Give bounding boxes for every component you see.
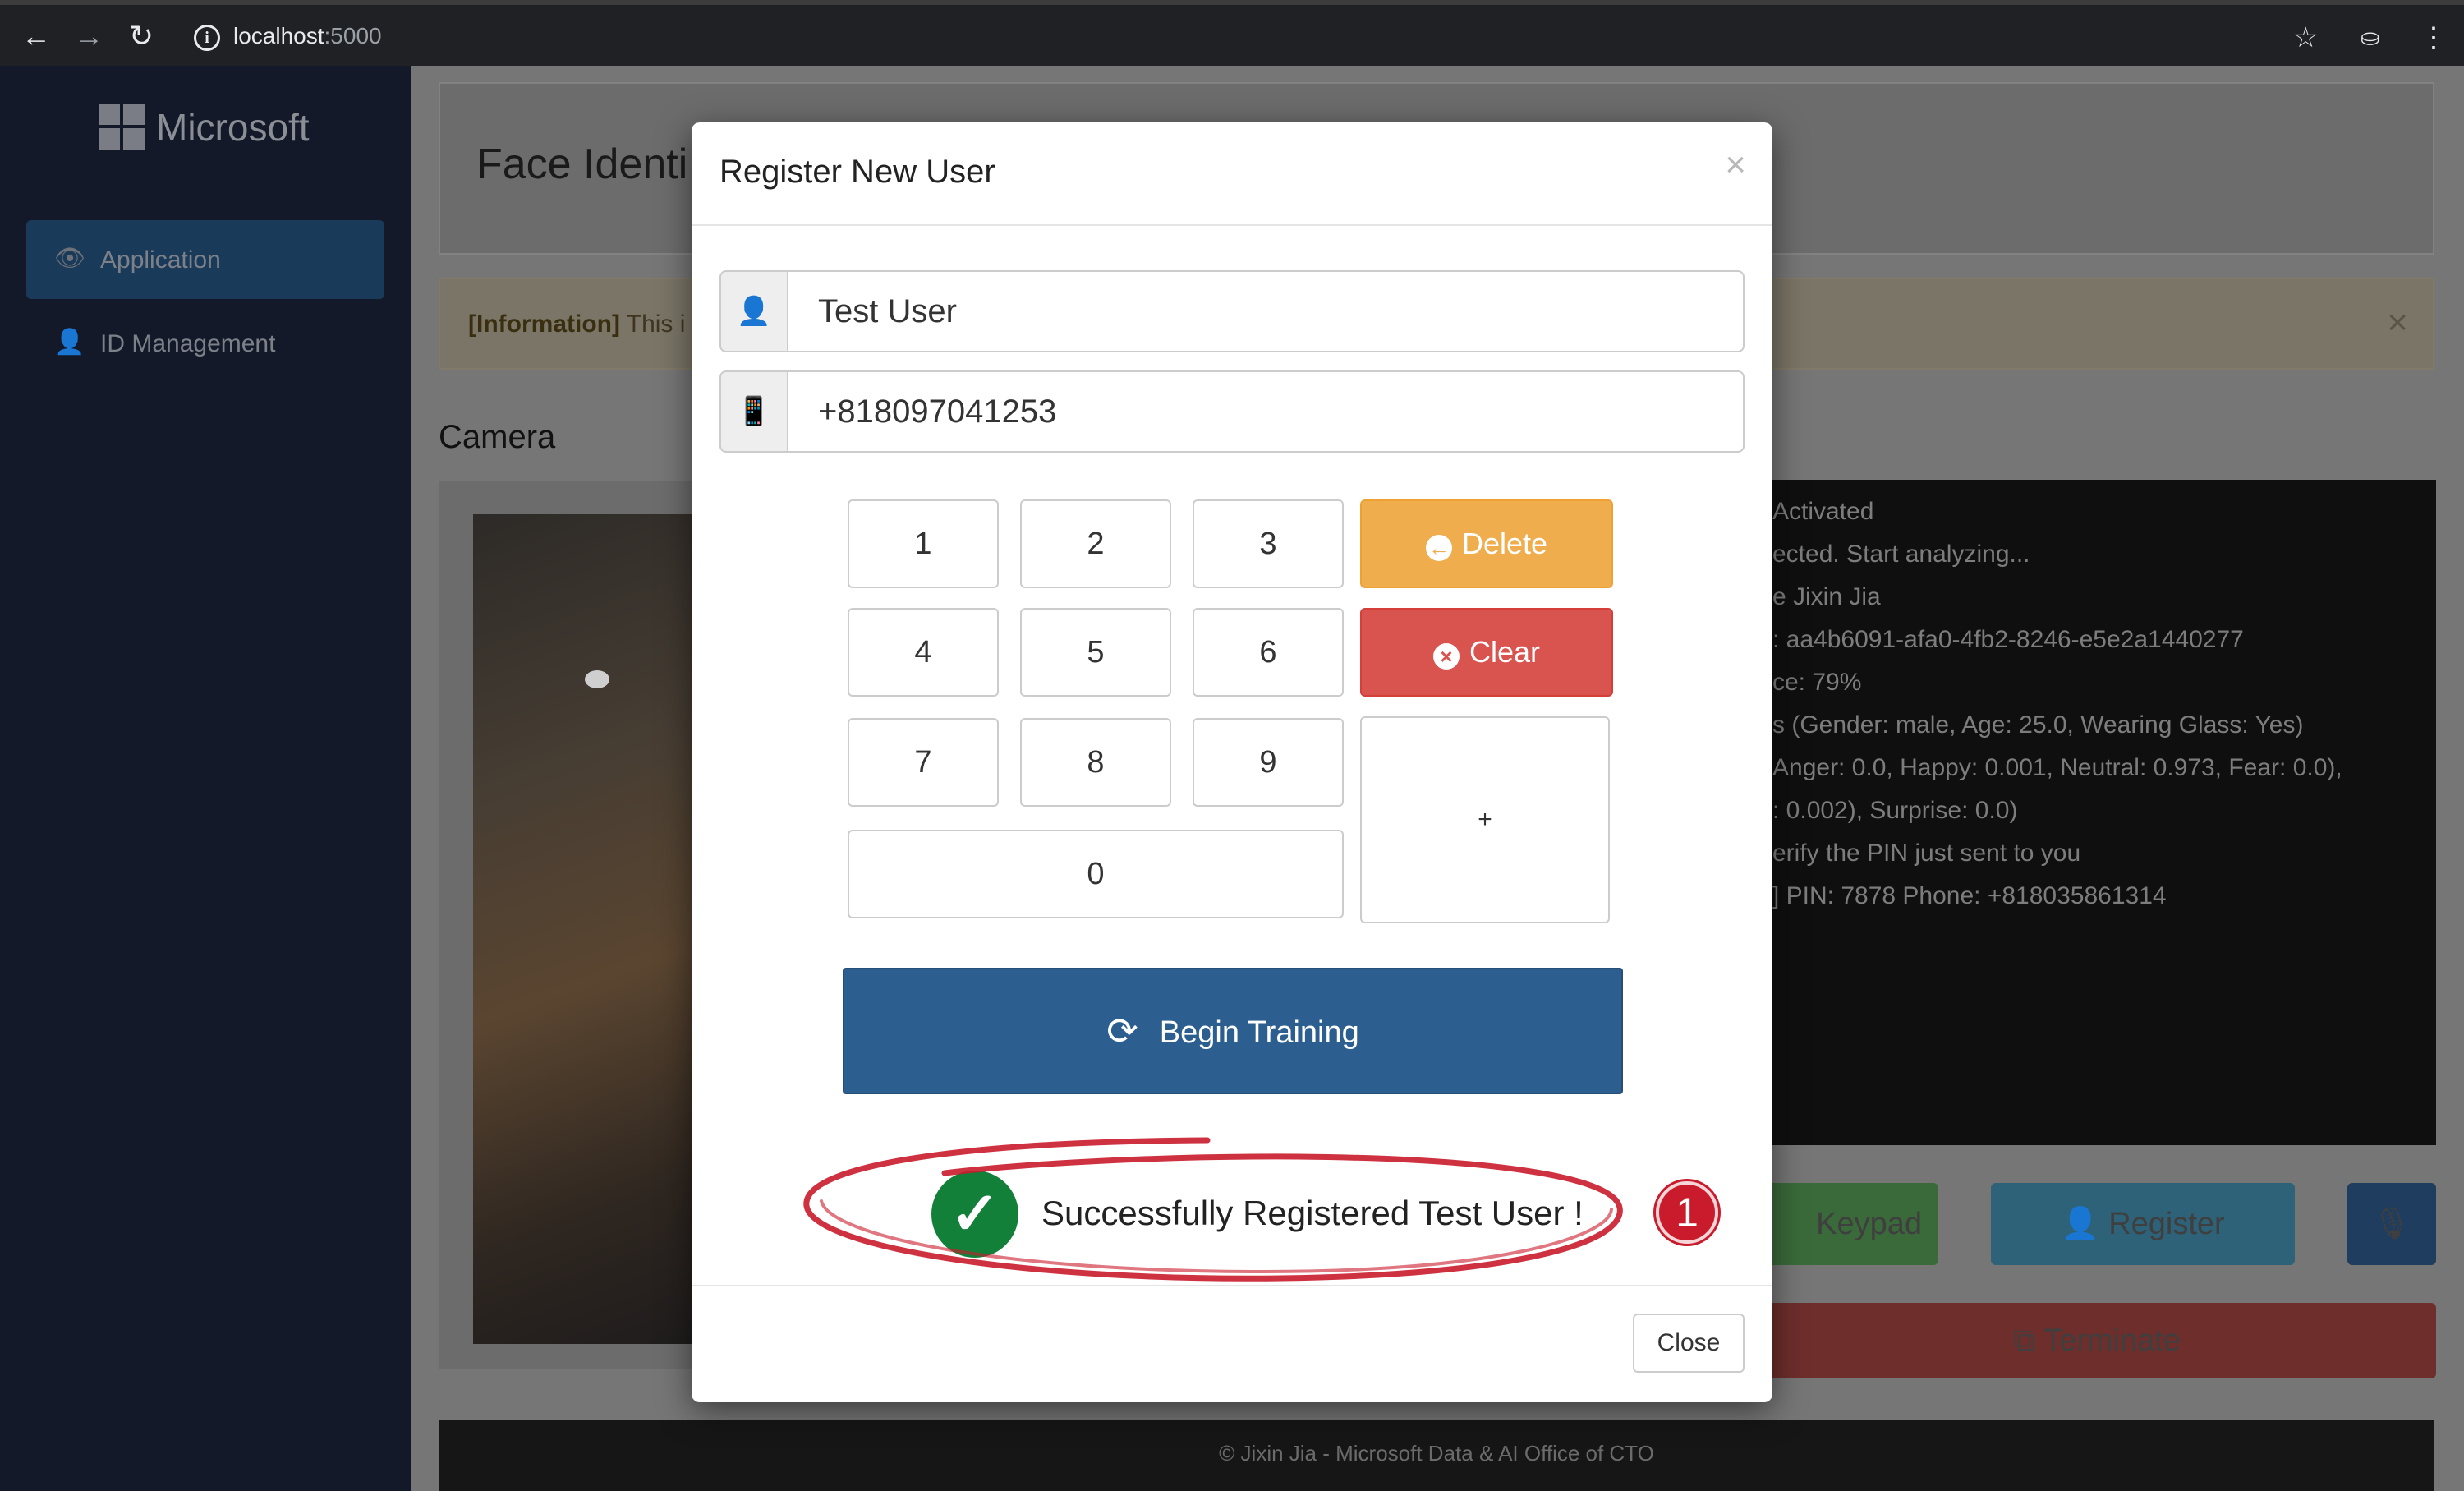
keypad-button[interactable]: Keypad [1758,1183,1938,1265]
camera-heading: Camera [439,419,556,455]
analysis-log-panel: Activated ected. Start analyzing... e Ji… [1758,480,2436,1145]
browser-menu-icon[interactable]: ⋮ [2420,20,2448,56]
bookmark-star-icon[interactable]: ☆ [2293,20,2318,56]
keypad-key-4[interactable]: 4 [848,608,999,697]
begin-training-label: Begin Training [1159,1015,1359,1050]
microphone-button[interactable]: 🎙 [2347,1183,2436,1265]
keypad-key-8[interactable]: 8 [1020,718,1171,807]
register-user-modal: Register New User × 👤 Test User 📱 +81809… [692,122,1772,1402]
register-button-label: Register [2108,1207,2225,1241]
times-circle-icon: × [1432,643,1460,670]
modal-title: Register New User [719,154,995,190]
log-line: e Jixin Jia [1772,583,1881,610]
modal-footer-divider [692,1285,1772,1286]
page-title: Face Identi [476,140,688,188]
check-circle-icon: ✓ [931,1171,1018,1258]
url-port: :5000 [324,23,382,48]
log-line: s (Gender: male, Age: 25.0, Wearing Glas… [1772,711,2304,739]
refresh-icon: ⟳ [1106,1010,1138,1052]
forward-icon[interactable]: → [69,16,108,56]
windows-logo-icon [99,104,145,150]
name-input-group: 👤 Test User [719,270,1745,352]
url-host: localhost [233,23,324,48]
keypad-key-2[interactable]: 2 [1020,499,1171,588]
arrow-left-circle-icon: ← [1425,535,1452,561]
microphone-icon: 🎙 [2371,1207,2412,1241]
phone-input-group: 📱 +818097041253 [719,370,1745,453]
address-bar[interactable] [179,13,2315,62]
mobile-phone-icon: 📱 [719,370,788,453]
delete-button-label: Delete [1461,527,1548,560]
modal-close-icon[interactable]: × [1725,147,1746,183]
begin-training-button[interactable]: ⟳ Begin Training [843,968,1623,1094]
close-button[interactable]: Close [1633,1314,1745,1373]
phone-field[interactable]: +818097041253 [787,370,1745,453]
url-text[interactable]: localhost:5000 [233,23,382,49]
keypad-key-plus[interactable]: + [1360,716,1610,923]
footer: © Jixin Jia - Microsoft Data & AI Office… [439,1420,2434,1491]
keypad-key-1[interactable]: 1 [848,499,999,588]
log-line: Activated [1772,498,1874,525]
terminate-button-label: Terminate [2043,1323,2181,1358]
keypad-key-6[interactable]: 6 [1193,608,1344,697]
delete-button[interactable]: ← Delete [1360,499,1613,588]
keypad-key-7[interactable]: 7 [848,718,999,807]
log-line: Anger: 0.0, Happy: 0.001, Neutral: 0.973… [1772,754,2342,781]
sidebar: Microsoft 👁 Application 👤 ID Management [0,66,411,1491]
log-line: : aa4b6091-afa0-4fb2-8246-e5e2a1440277 [1772,626,2244,653]
log-line: ected. Start analyzing... [1772,541,2030,568]
clear-button[interactable]: × Clear [1360,608,1613,697]
sidebar-item-label: ID Management [100,330,276,357]
log-line: ce: 79% [1772,669,1862,696]
keypad-key-5[interactable]: 5 [1020,608,1171,697]
back-icon[interactable]: ← [16,16,56,56]
sidebar-item-application[interactable]: 👁 Application [26,220,384,299]
external-link-icon: ⧉ [2013,1323,2044,1358]
sidebar-item-id-management[interactable]: 👤 ID Management [26,304,384,383]
reload-icon[interactable]: ↻ [122,16,161,56]
success-text: Successfully Registered Test User ! [1041,1194,1584,1232]
log-line: ] PIN: 7878 Phone: +818035861314 [1772,882,2167,909]
logo-text: Microsoft [156,106,310,149]
alert-close-icon[interactable]: × [2387,302,2408,343]
eye-icon: 👁 [54,245,86,272]
success-message: ✓ Successfully Registered Test User ! [692,1166,1772,1264]
information-label: [Information] [468,311,620,338]
footer-text: © Jixin Jia - Microsoft Data & AI Office… [1219,1441,1654,1466]
sidebar-item-label: Application [100,246,221,274]
annotation-number-badge: 1 [1656,1181,1718,1244]
terminate-button[interactable]: ⧉ Terminate [1758,1303,2436,1378]
register-button[interactable]: 👤 Register [1991,1183,2295,1265]
information-message: This i [619,311,686,338]
browser-toolbar: ← → ↻ i localhost:5000 ☆ ⛀ ⋮ [0,0,2464,66]
site-info-icon[interactable]: i [194,25,220,51]
log-line: : 0.002), Surprise: 0.0) [1772,797,2018,824]
keypad-key-0[interactable]: 0 [848,830,1344,918]
keypad-key-9[interactable]: 9 [1193,718,1344,807]
modal-header: Register New User × [692,122,1772,226]
user-icon: 👤 [54,329,85,356]
clear-button-label: Clear [1469,635,1541,669]
information-text: [Information] This i [468,311,685,338]
extension-icon[interactable]: ⛀ [2361,20,2379,56]
user-icon: 👤 [2061,1207,2109,1241]
user-icon: 👤 [719,270,788,352]
name-field[interactable]: Test User [787,270,1745,352]
log-line: erify the PIN just sent to you [1772,840,2081,867]
ceiling-light [585,670,609,688]
keypad-key-3[interactable]: 3 [1193,499,1344,588]
